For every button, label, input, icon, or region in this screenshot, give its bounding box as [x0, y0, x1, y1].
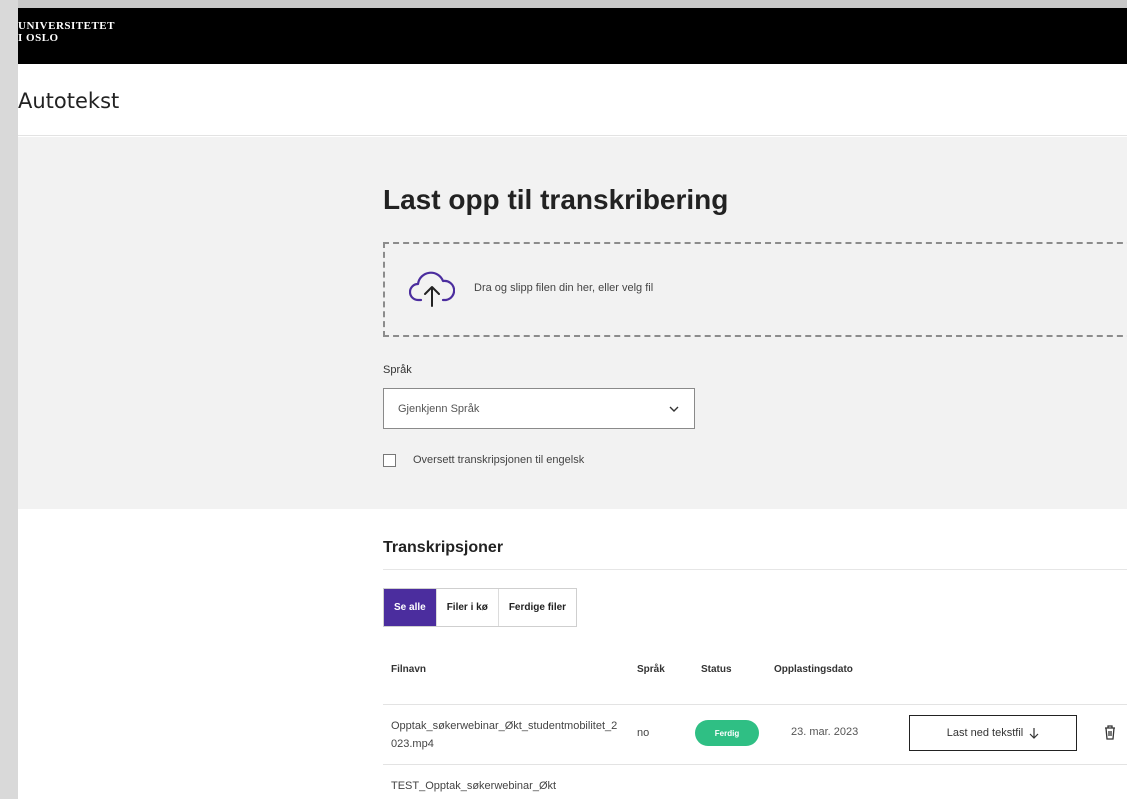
divider: [383, 569, 1127, 570]
language-label: Språk: [383, 364, 412, 376]
cloud-upload-icon: [409, 271, 455, 307]
translate-checkbox[interactable]: [383, 454, 396, 467]
download-label: Last ned tekstfil: [946, 727, 1024, 739]
row-date: 23. mar. 2023: [791, 726, 859, 738]
left-gutter: [0, 0, 18, 799]
row-filename: TEST_Opptak_søkerwebinar_Økt: [391, 780, 557, 792]
column-header-filename[interactable]: Filnavn: [391, 664, 426, 675]
translate-label[interactable]: Oversett transkripsjonen til engelsk: [413, 454, 584, 466]
logo-line-2: I OSLO: [18, 32, 59, 44]
filter-all-button[interactable]: Se alle: [384, 589, 437, 626]
language-select[interactable]: Gjenkjenn Språk: [383, 388, 695, 429]
row-filename: Opptak_søkerwebinar_Økt_studentmobilitet…: [391, 720, 618, 750]
download-button[interactable]: Last ned tekstfil: [909, 715, 1077, 751]
status-badge: Ferdig: [695, 720, 759, 746]
filter-tabs: Se alle Filer i kø Ferdige filer: [383, 588, 578, 627]
dropzone-text: Dra og slipp filen din her, eller velg f…: [474, 282, 654, 294]
transcriptions-title: Transkripsjoner: [383, 539, 504, 556]
chevron-down-icon: [669, 406, 679, 412]
column-header-language[interactable]: Språk: [637, 664, 665, 675]
filter-queued-button[interactable]: Filer i kø: [437, 589, 499, 626]
app-header: Autotekst: [18, 64, 1127, 136]
upload-title: Last opp til transkribering: [383, 184, 729, 215]
column-header-status[interactable]: Status: [701, 664, 732, 675]
university-logo[interactable]: UNIVERSITETET I OSLO: [18, 20, 115, 44]
column-header-date[interactable]: Opplastingsdato: [774, 664, 853, 675]
window-top-strip: [0, 0, 1127, 8]
upload-section: Last opp til transkribering Dra og slipp…: [18, 137, 1127, 509]
logo-line-1: UNIVERSITETET: [18, 20, 115, 32]
table-row: Opptak_søkerwebinar_Økt_studentmobilitet…: [383, 704, 1127, 764]
transcriptions-section: Transkripsjoner Se alle Filer i kø Ferdi…: [18, 509, 1127, 799]
university-bar: UNIVERSITETET I OSLO: [18, 8, 1127, 64]
row-language: no: [637, 727, 650, 739]
app-title[interactable]: Autotekst: [18, 89, 119, 113]
language-select-value: Gjenkjenn Språk: [398, 403, 480, 415]
trash-icon[interactable]: [1103, 724, 1117, 740]
file-dropzone[interactable]: Dra og slipp filen din her, eller velg f…: [383, 242, 1127, 337]
table-row: TEST_Opptak_søkerwebinar_Økt: [383, 764, 1127, 799]
filter-done-button[interactable]: Ferdige filer: [499, 589, 576, 626]
arrow-down-icon: [1029, 728, 1039, 739]
